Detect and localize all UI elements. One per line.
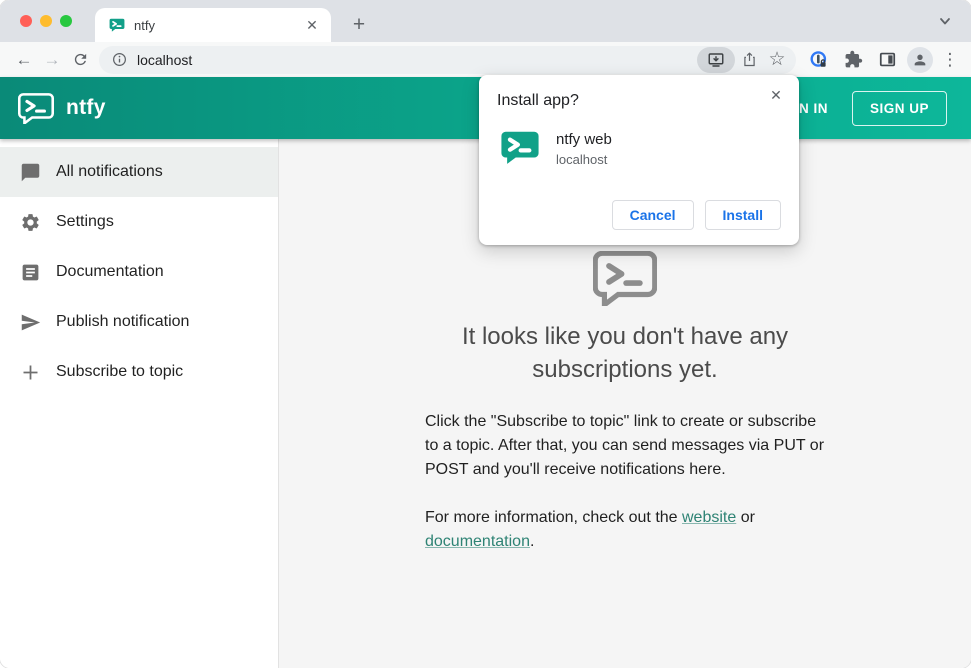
info-text: . bbox=[529, 533, 535, 550]
tab-search-chevron-icon[interactable] bbox=[937, 13, 953, 29]
cancel-button[interactable]: Cancel bbox=[611, 200, 694, 230]
tab-strip: ntfy ✕ + bbox=[0, 0, 971, 42]
website-link[interactable]: website bbox=[682, 509, 736, 526]
side-panel-icon[interactable] bbox=[873, 46, 901, 74]
sidebar-item-all-notifications[interactable]: All notifications bbox=[0, 147, 278, 197]
dialog-app-row: ntfy web localhost bbox=[500, 129, 783, 167]
install-app-dialog: Install app? ✕ ntfy web localhost Cancel… bbox=[479, 75, 799, 245]
privacy-extension-icon[interactable] bbox=[805, 46, 833, 74]
browser-toolbar: ← → localhost ☆ ⋮ bbox=[0, 42, 971, 77]
sidebar-item-label: Publish notification bbox=[56, 313, 190, 330]
gear-icon bbox=[19, 211, 41, 233]
ntfy-logo-icon bbox=[18, 92, 54, 124]
info-text: or bbox=[736, 509, 755, 526]
empty-state: It looks like you don't have any subscri… bbox=[425, 251, 825, 668]
sidebar-item-publish-notification[interactable]: Publish notification bbox=[0, 297, 278, 347]
browser-window: ntfy ✕ + ← → localhost ☆ ⋮ ntfy SIGN IN … bbox=[0, 0, 971, 668]
sidebar-item-documentation[interactable]: Documentation bbox=[0, 247, 278, 297]
documentation-link[interactable]: documentation bbox=[425, 533, 530, 550]
dialog-app-name: ntfy web bbox=[556, 131, 612, 148]
sign-up-button[interactable]: SIGN UP bbox=[851, 90, 947, 126]
sidebar-item-settings[interactable]: Settings bbox=[0, 197, 278, 247]
dialog-close-icon[interactable]: ✕ bbox=[766, 86, 786, 106]
dialog-app-origin: localhost bbox=[556, 152, 608, 167]
tab-close-icon[interactable]: ✕ bbox=[303, 17, 321, 34]
chat-bubble-icon bbox=[19, 161, 41, 183]
share-icon[interactable] bbox=[735, 46, 763, 74]
sidebar: All notifications Settings Documentation… bbox=[0, 139, 279, 668]
dialog-actions: Cancel Install bbox=[611, 200, 781, 230]
send-icon bbox=[19, 311, 41, 333]
new-tab-button[interactable]: + bbox=[345, 11, 373, 39]
tab-favicon-ntfy-icon bbox=[109, 18, 125, 32]
empty-state-info-paragraph: For more information, check out the webs… bbox=[425, 506, 825, 554]
forward-icon: → bbox=[43, 49, 61, 69]
person-icon bbox=[914, 54, 926, 65]
profile-avatar[interactable] bbox=[907, 46, 933, 73]
empty-state-paragraph: Click the "Subscribe to topic" link to c… bbox=[425, 413, 825, 478]
window-minimize-button[interactable] bbox=[40, 15, 52, 27]
extensions-puzzle-icon[interactable] bbox=[839, 46, 867, 74]
article-icon bbox=[19, 261, 41, 283]
empty-state-heading: It looks like you don't have any subscri… bbox=[461, 323, 789, 383]
info-text: For more information, check out the bbox=[425, 509, 682, 526]
install-button[interactable]: Install bbox=[704, 200, 781, 230]
sidebar-item-subscribe-to-topic[interactable]: Subscribe to topic bbox=[0, 347, 278, 397]
back-icon[interactable]: ← bbox=[10, 46, 38, 74]
bookmark-star-icon[interactable]: ☆ bbox=[763, 46, 791, 74]
sidebar-item-label: Subscribe to topic bbox=[56, 363, 184, 380]
address-bar[interactable]: localhost ☆ bbox=[99, 45, 796, 74]
sidebar-item-label: Settings bbox=[56, 213, 114, 230]
dialog-title: Install app? bbox=[497, 92, 579, 109]
site-info-icon[interactable] bbox=[111, 51, 128, 68]
ntfy-terminal-icon bbox=[425, 251, 825, 306]
ntfy-app-icon bbox=[501, 131, 539, 164]
toolbar-right-icons: ⋮ bbox=[801, 46, 961, 74]
window-close-button[interactable] bbox=[20, 15, 32, 27]
sidebar-item-label: All notifications bbox=[56, 163, 163, 180]
dialog-app-info: ntfy web localhost bbox=[556, 129, 612, 167]
browser-menu-icon[interactable]: ⋮ bbox=[939, 50, 961, 70]
app-title: ntfy bbox=[66, 96, 106, 119]
window-zoom-button[interactable] bbox=[60, 15, 72, 27]
url-text[interactable]: localhost bbox=[137, 52, 697, 68]
tab-title: ntfy bbox=[134, 17, 155, 33]
plus-icon bbox=[19, 361, 41, 383]
reload-icon[interactable] bbox=[66, 46, 94, 74]
install-app-icon[interactable] bbox=[697, 46, 735, 73]
sidebar-item-label: Documentation bbox=[56, 263, 164, 280]
traffic-lights bbox=[20, 15, 72, 27]
browser-tab[interactable]: ntfy ✕ bbox=[95, 8, 331, 42]
